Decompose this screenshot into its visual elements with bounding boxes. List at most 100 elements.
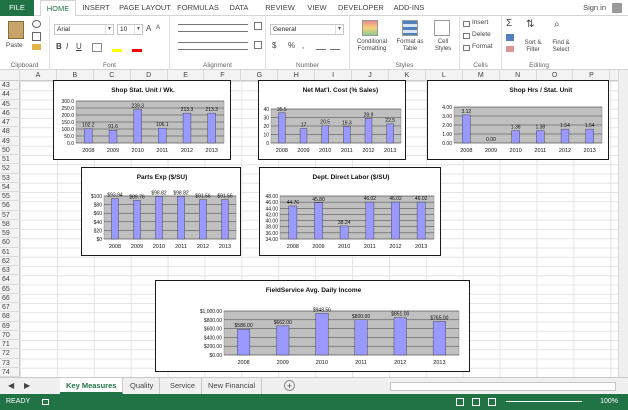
row-header-52[interactable]: 52 (0, 164, 20, 174)
format-as-table-icon[interactable] (402, 20, 418, 36)
sort-filter-button[interactable]: Sort & Filter (520, 40, 546, 54)
copy-icon[interactable] (32, 32, 41, 41)
zoom-slider[interactable] (506, 401, 582, 402)
row-header-58[interactable]: 58 (0, 220, 20, 229)
format-as-table-button[interactable]: Format as Table (392, 39, 428, 53)
row-header-69[interactable]: 69 (0, 322, 20, 331)
fill-icon[interactable] (506, 34, 514, 41)
chevron-down-icon[interactable]: ▼ (134, 25, 142, 34)
row-header-74[interactable]: 74 (0, 368, 20, 377)
row-header-70[interactable]: 70 (0, 331, 20, 340)
increase-decimal-icon[interactable] (316, 43, 326, 50)
macro-record-icon[interactable] (42, 399, 49, 405)
tab-developer[interactable]: DEVELOPER (338, 0, 384, 16)
row-header-73[interactable]: 73 (0, 359, 20, 368)
row-header-46[interactable]: 46 (0, 109, 20, 118)
font-name-combo[interactable]: Arial ▼ (54, 24, 114, 35)
tab-add-ins[interactable]: ADD-INS (390, 0, 428, 16)
row-header-51[interactable]: 51 (0, 155, 20, 165)
chart-4[interactable]: Parts Exp ($/SU) $100 $80 $60 $40 $20 $0 $93.94… (81, 167, 241, 256)
sort-filter-icon[interactable]: ⇅ (526, 19, 534, 30)
conditional-formatting-icon[interactable] (362, 20, 378, 36)
chart-5[interactable]: Dept. Direct Labor ($/SU) 48.00 46.00 44.00… (259, 167, 441, 256)
number-format-combo[interactable]: General ▼ (270, 24, 344, 35)
column-header-a[interactable]: A (20, 70, 57, 81)
normal-view-icon[interactable] (456, 398, 464, 406)
tab-insert[interactable]: INSERT (80, 0, 112, 16)
format-button[interactable]: Format (472, 43, 493, 50)
find-select-icon[interactable]: ⌕ (554, 19, 560, 30)
row-header-64[interactable]: 64 (0, 275, 20, 285)
font-color-icon[interactable] (132, 43, 142, 52)
merge-center-icon[interactable] (254, 41, 262, 49)
horizontal-align-icons[interactable] (178, 42, 248, 50)
sheet-tab-new-financial[interactable]: New Financial (202, 378, 263, 394)
italic-button[interactable]: I (66, 42, 68, 51)
row-header-45[interactable]: 45 (0, 100, 20, 109)
shrink-font-button[interactable]: A (156, 25, 160, 31)
row-header-66[interactable]: 66 (0, 294, 20, 303)
tab-review[interactable]: REVIEW (262, 0, 298, 16)
underline-button[interactable]: U (76, 42, 82, 51)
row-header-65[interactable]: 65 (0, 285, 20, 294)
add-sheet-button[interactable]: + (284, 380, 295, 391)
row-header-49[interactable]: 49 (0, 137, 20, 146)
sheet-tab-quality[interactable]: Quality (124, 378, 161, 394)
row-header-63[interactable]: 63 (0, 266, 20, 276)
paste-icon[interactable] (8, 21, 24, 39)
clear-icon[interactable] (506, 46, 514, 52)
chart-1[interactable]: Shop Stat. Unit / Wk. 300.0 250.0 200.0 150.… (53, 80, 231, 160)
tab-data[interactable]: DATA (226, 0, 252, 16)
row-header-53[interactable]: 53 (0, 174, 20, 183)
row-header-59[interactable]: 59 (0, 229, 20, 239)
select-all-corner[interactable] (0, 70, 20, 81)
comma-button[interactable]: , (302, 41, 304, 50)
format-cells-icon[interactable] (463, 45, 470, 51)
chevron-down-icon[interactable]: ▼ (335, 25, 343, 34)
cell-styles-icon[interactable] (434, 20, 450, 36)
cut-icon[interactable] (32, 20, 41, 28)
grow-font-button[interactable]: A (146, 24, 151, 33)
row-header-67[interactable]: 67 (0, 303, 20, 313)
sign-in-link[interactable]: Sign in (583, 0, 606, 16)
row-header-55[interactable]: 55 (0, 192, 20, 202)
row-header-62[interactable]: 62 (0, 257, 20, 266)
row-header-56[interactable]: 56 (0, 201, 20, 211)
fill-color-icon[interactable] (112, 43, 122, 52)
decrease-decimal-icon[interactable] (330, 43, 340, 50)
row-header-57[interactable]: 57 (0, 211, 20, 220)
tab-page-layout[interactable]: PAGE LAYOUT (118, 0, 172, 16)
tab-home[interactable]: HOME (40, 0, 76, 17)
chart-3[interactable]: Shop Hrs / Stat. Unit 4.00 3.00 2.00 1.00 0.0… (427, 80, 609, 160)
chart-6[interactable]: FieldService Avg. Daily Income $1,000.00 $… (155, 280, 470, 372)
page-layout-view-icon[interactable] (472, 398, 480, 406)
row-header-72[interactable]: 72 (0, 349, 20, 359)
tab-view[interactable]: VIEW (304, 0, 330, 16)
insert-cells-icon[interactable] (463, 21, 470, 27)
wrap-text-icon[interactable] (254, 22, 262, 30)
format-painter-icon[interactable] (32, 44, 41, 50)
row-header-47[interactable]: 47 (0, 118, 20, 128)
font-size-combo[interactable]: 10 ▼ (117, 24, 143, 35)
percent-button[interactable]: % (288, 41, 295, 50)
find-select-button[interactable]: Find & Select (548, 40, 574, 54)
row-header-68[interactable]: 68 (0, 312, 20, 322)
horizontal-scrollbar[interactable] (390, 382, 616, 391)
vertical-align-icons[interactable] (178, 24, 248, 32)
row-header-50[interactable]: 50 (0, 146, 20, 155)
row-header-44[interactable]: 44 (0, 90, 20, 100)
tab-file[interactable]: FILE (0, 0, 34, 16)
chevron-down-icon[interactable]: ▼ (105, 25, 113, 34)
row-header-48[interactable]: 48 (0, 127, 20, 137)
sheet-tab-service[interactable]: Service (164, 378, 203, 394)
borders-icon[interactable] (92, 43, 102, 52)
vertical-scrollbar[interactable] (618, 70, 628, 377)
sheet-tab-key-measures[interactable]: Key Measures (60, 378, 124, 394)
cell-styles-button[interactable]: Cell Styles (430, 39, 456, 53)
row-header-61[interactable]: 61 (0, 248, 20, 257)
row-header-43[interactable]: 43 (0, 81, 20, 91)
delete-button[interactable]: Delete (472, 31, 491, 38)
page-break-view-icon[interactable] (488, 398, 496, 406)
delete-cells-icon[interactable] (463, 33, 470, 39)
autosum-icon[interactable]: Σ (506, 18, 512, 29)
